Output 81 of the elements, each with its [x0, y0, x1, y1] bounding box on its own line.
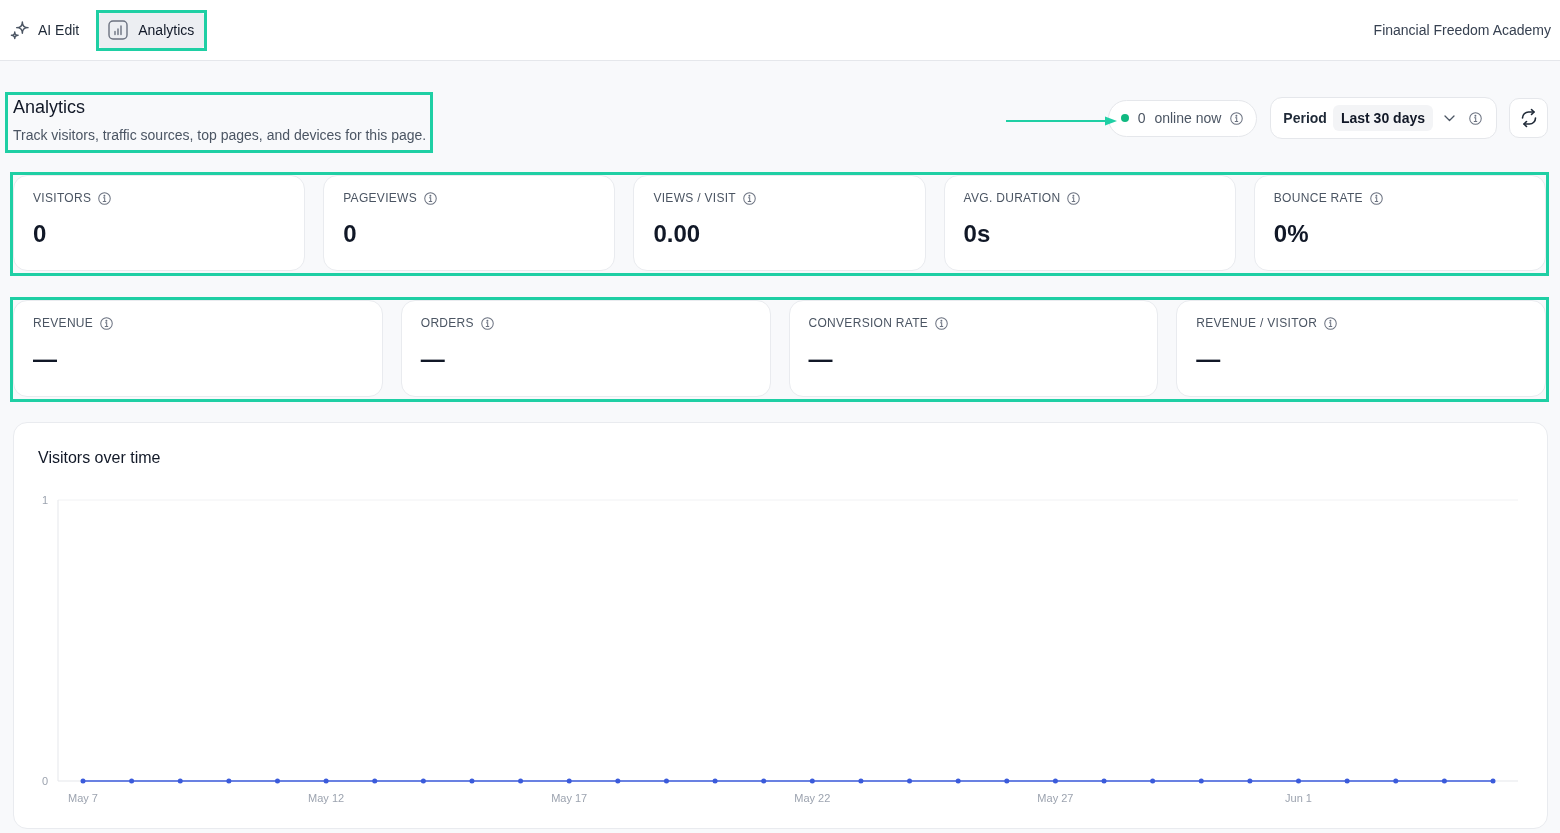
data-point	[1490, 778, 1496, 784]
data-point	[566, 778, 572, 784]
data-point	[955, 778, 961, 784]
metric-label: REVENUE / VISITOR	[1196, 316, 1318, 330]
site-name: Financial Freedom Academy	[1373, 22, 1551, 38]
data-point	[1247, 778, 1253, 784]
metric-label: REVENUE	[33, 316, 94, 330]
data-point	[712, 778, 718, 784]
online-count: 0	[1137, 110, 1146, 126]
data-point	[372, 778, 378, 784]
info-icon[interactable]	[480, 316, 494, 330]
metric-label: VISITORS	[33, 191, 92, 205]
info-icon[interactable]	[1469, 111, 1482, 125]
refresh-button[interactable]	[1509, 98, 1548, 138]
metric-label: CONVERSION RATE	[808, 316, 929, 330]
data-point	[858, 778, 864, 784]
info-icon[interactable]	[935, 316, 949, 330]
axis-tick-label: 0	[41, 775, 48, 787]
metric-value: 0%	[1273, 219, 1310, 249]
data-point	[907, 778, 913, 784]
data-point	[1296, 778, 1301, 784]
info-icon[interactable]	[743, 191, 756, 205]
page-title: Analytics	[13, 97, 87, 117]
data-point	[809, 778, 815, 784]
metric-value: 0.00	[653, 219, 702, 249]
axis-tick-label: May 7	[68, 792, 98, 804]
metric-label: BOUNCE RATE	[1273, 191, 1363, 205]
sparkle-icon	[10, 20, 29, 40]
axis-tick-label: Jun 1	[1285, 792, 1312, 804]
nav-tab[interactable]: AI Edit	[8, 12, 89, 48]
metric-label: VIEWS / VISIT	[653, 191, 736, 205]
data-point	[177, 778, 183, 784]
data-point	[469, 778, 475, 784]
period-select[interactable]: Last 30 days	[1332, 105, 1433, 131]
data-point	[1101, 778, 1107, 784]
metric-value: —	[808, 344, 834, 374]
data-point	[275, 778, 280, 784]
online-label: online now	[1154, 110, 1222, 126]
metric-label: AVG. DURATION	[963, 191, 1061, 205]
data-point	[1004, 778, 1010, 784]
info-icon[interactable]	[1230, 111, 1244, 125]
bar-chart-icon	[108, 20, 129, 40]
chevron-down-icon[interactable]	[1444, 114, 1455, 122]
data-point	[663, 778, 669, 784]
metric-label: PAGEVIEWS	[343, 191, 417, 205]
data-point	[1441, 778, 1447, 784]
info-icon[interactable]	[100, 316, 114, 330]
axis-tick-label: May 17	[551, 792, 588, 804]
data-point	[323, 778, 329, 784]
chart-title: Visitors over time	[38, 448, 162, 468]
data-point	[518, 778, 524, 784]
data-point	[1150, 778, 1156, 784]
info-icon[interactable]	[98, 191, 112, 205]
info-icon[interactable]	[424, 191, 437, 205]
data-point	[420, 778, 426, 784]
data-point	[761, 778, 767, 784]
metric-value: —	[420, 344, 446, 374]
data-point	[129, 778, 135, 784]
data-point	[1052, 778, 1058, 784]
info-icon[interactable]	[1324, 316, 1338, 330]
data-point	[226, 778, 232, 784]
data-point	[615, 778, 621, 784]
metric-value: 0	[33, 219, 48, 249]
info-icon[interactable]	[1369, 191, 1383, 205]
axis-tick-label: May 12	[308, 792, 345, 804]
metric-label: ORDERS	[420, 316, 474, 330]
nav-tab[interactable]: Analytics	[99, 12, 205, 48]
axis-tick-label: May 22	[794, 792, 831, 804]
metric-value: —	[33, 344, 58, 374]
info-icon[interactable]	[1067, 191, 1081, 205]
period-label: Period	[1283, 110, 1327, 126]
metric-value: 0	[343, 219, 358, 249]
axis-tick-label: May 27	[1037, 792, 1074, 804]
data-point	[1393, 778, 1399, 784]
metric-value: 0s	[963, 219, 992, 249]
data-point	[1344, 778, 1350, 784]
axis-tick-label: 1	[41, 494, 48, 506]
page-subtitle: Track visitors, traffic sources, top pages, and devices for this page.	[13, 126, 427, 144]
data-point	[1198, 778, 1204, 784]
metric-value: —	[1196, 344, 1222, 374]
data-point	[80, 778, 86, 784]
